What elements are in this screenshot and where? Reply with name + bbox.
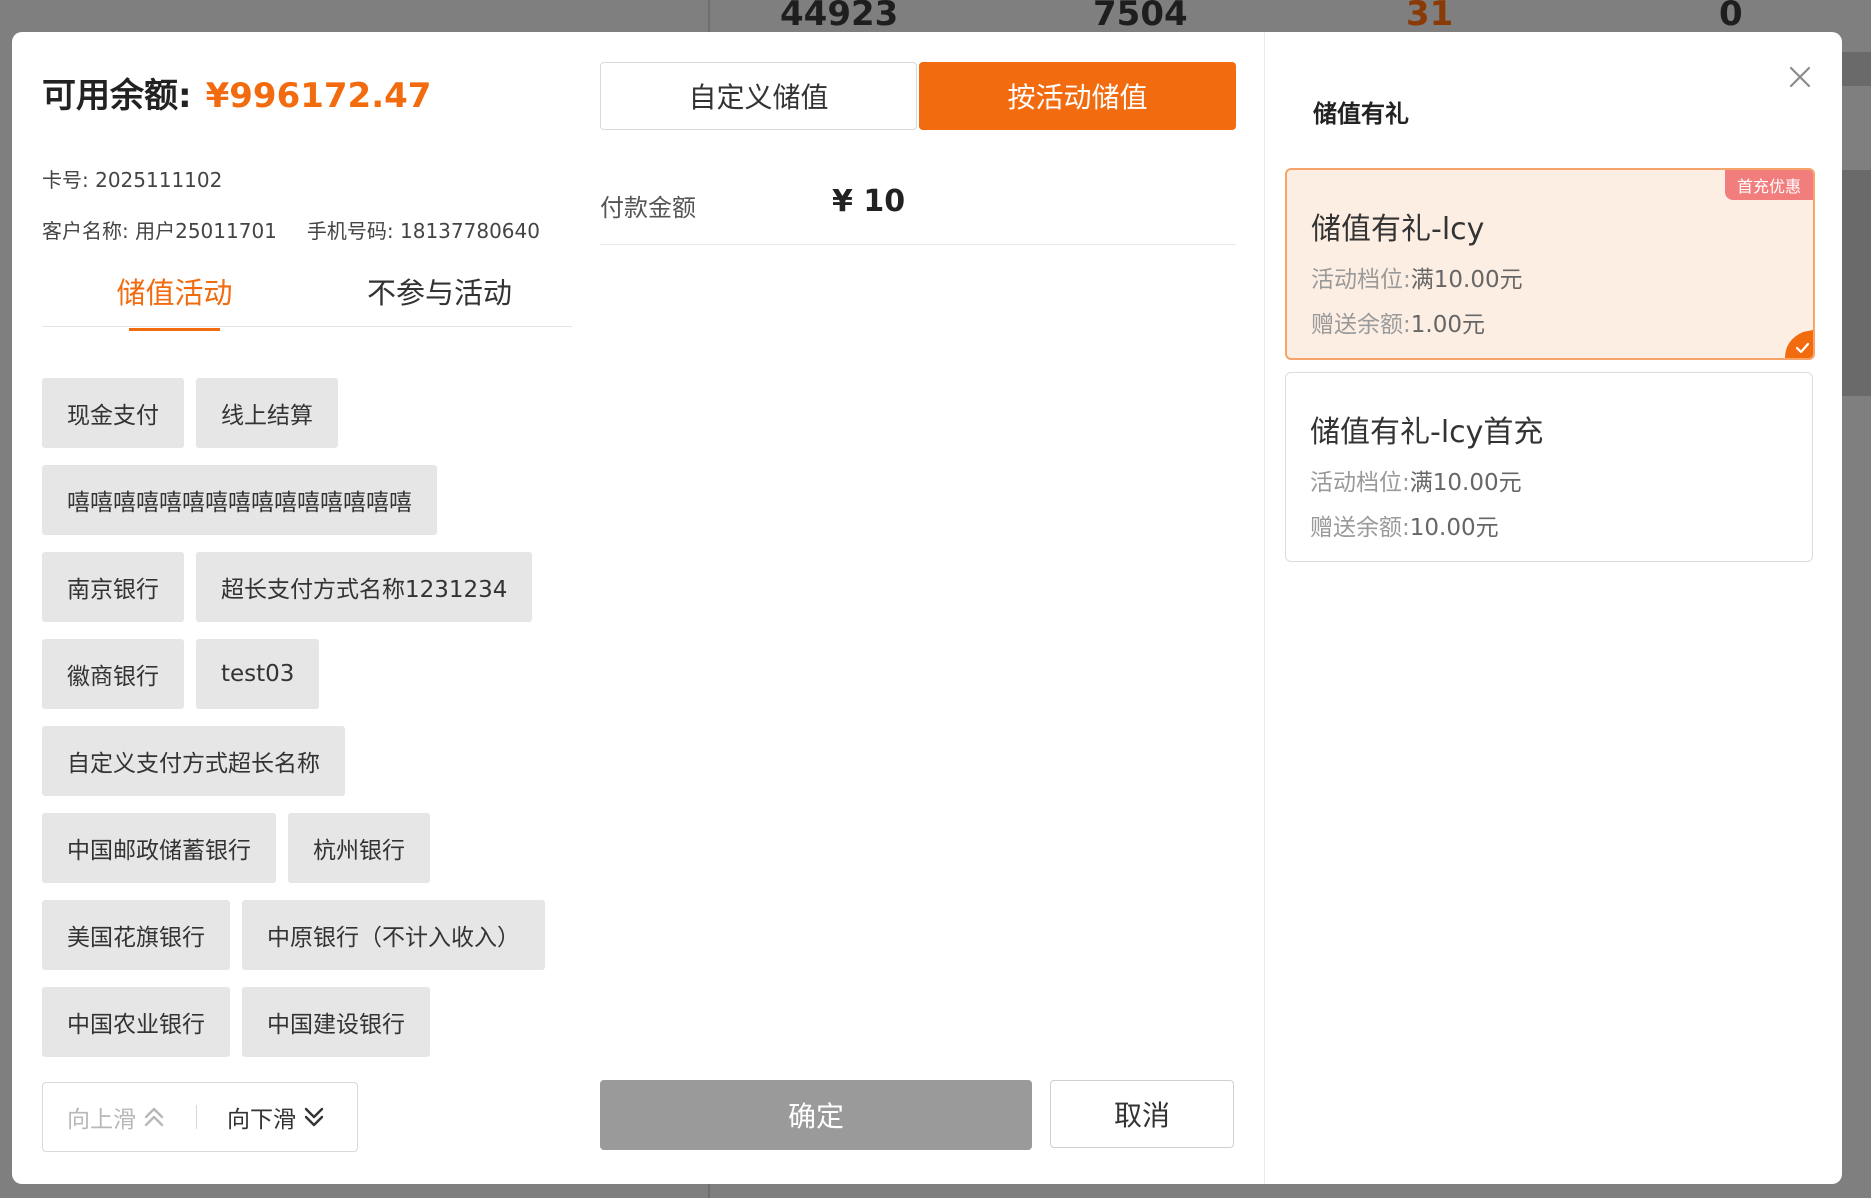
payment-row: 现金支付 线上结算 [42, 378, 582, 450]
promotion-tier-value: 满10.00元 [1410, 267, 1523, 293]
activity-recharge-button[interactable]: 按活动储值 [919, 62, 1236, 130]
payment-row: 中国农业银行 中国建设银行 [42, 987, 582, 1059]
confirm-button[interactable]: 确定 [600, 1080, 1032, 1150]
balance-value: ¥996172.47 [205, 76, 432, 116]
cancel-button[interactable]: 取消 [1050, 1080, 1234, 1148]
payment-method-citibank[interactable]: 美国花旗银行 [42, 900, 230, 970]
balance-row: 可用余额: ¥996172.47 [42, 68, 431, 117]
payment-amount-value: ¥ 10 [832, 184, 906, 219]
first-recharge-badge: 首充优惠 [1724, 170, 1813, 200]
payment-row: 自定义支付方式超长名称 [42, 726, 582, 798]
payment-pane: 自定义储值 按活动储值 付款金额 ¥ 10 确定 取消 [600, 32, 1246, 1184]
promotion-bonus-value: 1.00元 [1410, 312, 1485, 338]
recharge-mode-toggle: 自定义储值 按活动储值 [600, 62, 1236, 130]
payment-method-hangzhou-bank[interactable]: 杭州银行 [288, 813, 430, 883]
scroll-down-label: 向下滑 [227, 1107, 296, 1133]
payment-method-nanjing-bank[interactable]: 南京银行 [42, 552, 184, 622]
promotion-tier-label: 活动档位: [1310, 470, 1410, 496]
background-stats: 44923 7504 31 0 [0, 0, 1871, 34]
scroll-up-label: 向上滑 [67, 1107, 136, 1133]
promotion-bonus-label: 赠送余额: [1310, 515, 1410, 541]
background-stat: 31 [1406, 0, 1454, 34]
background-stat: 7504 [1093, 0, 1188, 34]
payment-row: 徽商银行 test03 [42, 639, 582, 711]
activity-tabs: 储值活动 不参与活动 [42, 270, 572, 331]
promotion-tier: 活动档位:满10.00元 [1311, 260, 1523, 294]
custom-recharge-button[interactable]: 自定义储值 [600, 62, 917, 130]
payment-row: 嘻嘻嘻嘻嘻嘻嘻嘻嘻嘻嘻嘻嘻嘻嘻 [42, 465, 582, 537]
payment-method-cash[interactable]: 现金支付 [42, 378, 184, 448]
tab-recharge-activity[interactable]: 储值活动 [42, 270, 307, 331]
promotion-bonus: 赠送余额:1.00元 [1311, 305, 1485, 339]
promotion-tier-label: 活动档位: [1311, 267, 1411, 293]
promotion-bonus-label: 赠送余额: [1311, 312, 1411, 338]
selected-check-icon [1785, 330, 1813, 358]
promotion-tier-value: 满10.00元 [1409, 470, 1522, 496]
payment-row: 南京银行 超长支付方式名称1231234 [42, 552, 582, 624]
close-icon[interactable] [1783, 60, 1817, 94]
tab-no-activity[interactable]: 不参与活动 [307, 270, 572, 312]
recharge-dialog: 可用余额: ¥996172.47 卡号: 2025111102 客户名称: 用户2… [12, 32, 1842, 1184]
customer-info: 客户名称: 用户25011701 手机号码: 18137780640 [42, 215, 540, 244]
background-stat: 0 [1719, 0, 1743, 34]
scroll-down-button[interactable]: 向下滑 [227, 1100, 326, 1134]
promotion-tier: 活动档位:满10.00元 [1310, 463, 1522, 497]
double-chevron-down-icon [304, 1107, 324, 1127]
payment-method-huishang-bank[interactable]: 徽商银行 [42, 639, 184, 709]
payment-method-custom-long[interactable]: 自定义支付方式超长名称 [42, 726, 345, 796]
payment-method-zhongyuan-bank[interactable]: 中原银行（不计入收入） [242, 900, 545, 970]
payment-method-xixi[interactable]: 嘻嘻嘻嘻嘻嘻嘻嘻嘻嘻嘻嘻嘻嘻嘻 [42, 465, 437, 535]
scroll-separator [196, 1105, 197, 1129]
payment-method-long-name[interactable]: 超长支付方式名称1231234 [196, 552, 533, 622]
promotion-title: 储值有礼 [1313, 100, 1409, 128]
card-number: 卡号: 2025111102 [42, 168, 223, 192]
promotion-bonus: 赠送余额:10.00元 [1310, 508, 1499, 542]
payment-method-list: 现金支付 线上结算 嘻嘻嘻嘻嘻嘻嘻嘻嘻嘻嘻嘻嘻嘻嘻 南京银行 超长支付方式名称1… [42, 378, 582, 1074]
promotion-name: 储值有礼-lcy首充 [1310, 415, 1544, 450]
double-chevron-up-icon [144, 1107, 164, 1127]
payment-amount-label: 付款金额 [600, 194, 696, 222]
payment-method-online[interactable]: 线上结算 [196, 378, 338, 448]
phone-number: 手机号码: 18137780640 [306, 219, 540, 243]
payment-method-test03[interactable]: test03 [196, 639, 320, 709]
background-block [1841, 52, 1871, 86]
scroll-control: 向上滑 向下滑 [42, 1082, 358, 1152]
scroll-up-button[interactable]: 向上滑 [67, 1100, 166, 1134]
payment-row: 美国花旗银行 中原银行（不计入收入） [42, 900, 582, 972]
promotion-pane: 储值有礼 首充优惠 储值有礼-lcy 活动档位:满10.00元 赠送余额:1.0… [1264, 32, 1842, 1184]
payment-row: 中国邮政储蓄银行 杭州银行 [42, 813, 582, 885]
payment-method-postal-bank[interactable]: 中国邮政储蓄银行 [42, 813, 276, 883]
background-block [1841, 170, 1871, 396]
payment-method-ccb-bank[interactable]: 中国建设银行 [242, 987, 430, 1057]
payment-amount-row: 付款金额 ¥ 10 [600, 162, 1236, 245]
promotion-card-lcy[interactable]: 首充优惠 储值有礼-lcy 活动档位:满10.00元 赠送余额:1.00元 [1285, 168, 1815, 360]
promotion-card-lcy-first[interactable]: 储值有礼-lcy首充 活动档位:满10.00元 赠送余额:10.00元 [1285, 372, 1813, 562]
background-stat: 44923 [780, 0, 899, 34]
payment-method-abc-bank[interactable]: 中国农业银行 [42, 987, 230, 1057]
promotion-name: 储值有礼-lcy [1311, 212, 1485, 247]
balance-label: 可用余额: [42, 76, 192, 116]
customer-name: 客户名称: 用户25011701 [42, 219, 277, 243]
account-pane: 可用余额: ¥996172.47 卡号: 2025111102 客户名称: 用户2… [12, 32, 592, 1184]
promotion-bonus-value: 10.00元 [1409, 515, 1499, 541]
